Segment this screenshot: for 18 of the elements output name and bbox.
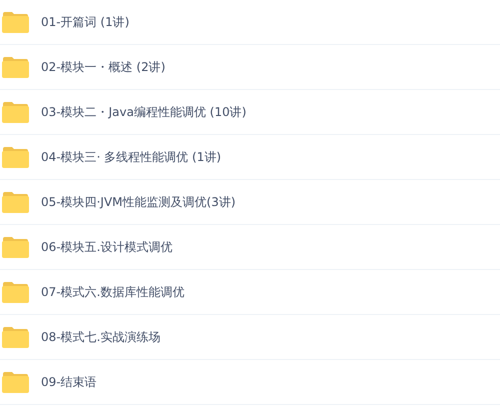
folder-icon: [2, 56, 29, 78]
folder-icon: [2, 101, 29, 123]
folder-icon: [2, 146, 29, 168]
folder-icon: [2, 236, 29, 258]
folder-icon: [2, 281, 29, 303]
folder-name[interactable]: 03-模块二・Java编程性能调优 (10讲): [41, 104, 246, 120]
folder-icon: [2, 326, 29, 348]
folder-name[interactable]: 02-模块一・概述 (2讲): [41, 58, 166, 76]
folder-name[interactable]: 06-模块五.设计模式调优: [41, 238, 172, 256]
folder-icon: [2, 11, 29, 33]
folder-name[interactable]: 01-开篇词 (1讲): [41, 14, 130, 30]
folder-name[interactable]: 08-模式七.实战演练场: [41, 328, 160, 346]
folder-icon: [2, 371, 29, 393]
folder-name[interactable]: 04-模块三· 多线程性能调优 (1讲): [41, 148, 222, 166]
folder-name[interactable]: 05-模块四·JVM性能监测及调优(3讲): [41, 194, 236, 210]
folder-icon: [2, 191, 29, 213]
folder-name[interactable]: 09-结束语: [41, 374, 97, 390]
folder-name[interactable]: 07-模式六.数据库性能调优: [41, 284, 184, 300]
